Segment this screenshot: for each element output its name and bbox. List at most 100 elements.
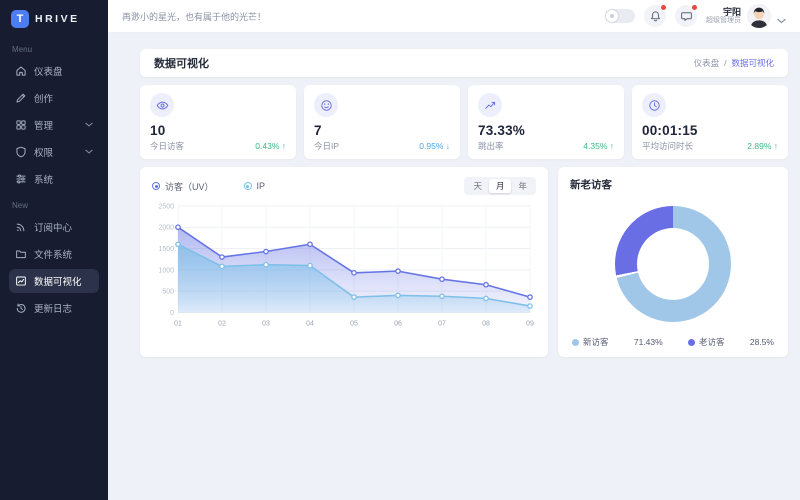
sidebar-item-label: 数据可视化 <box>34 274 82 288</box>
sidebar-item-label: 订阅中心 <box>34 220 72 234</box>
new-vs-returning-card: 新老访客 新访客 71.43% 老访客 28.5 <box>558 167 788 357</box>
sidebar-item-label: 管理 <box>34 118 53 132</box>
stat-card-ip: 7 今日IP 0.95% ↓ <box>304 85 460 159</box>
sidebar-section-menu: Menu <box>12 45 96 54</box>
theme-toggle[interactable] <box>605 9 635 23</box>
svg-text:08: 08 <box>482 320 490 327</box>
donut-legend-dot-returning <box>688 339 695 346</box>
stat-value: 73.33% <box>478 123 614 138</box>
svg-text:09: 09 <box>526 320 534 327</box>
donut-legend: 新访客 71.43% 老访客 28.5% <box>570 336 776 349</box>
sidebar-item-data-visualization[interactable]: 数据可视化 <box>9 269 99 293</box>
svg-text:1000: 1000 <box>158 267 174 274</box>
brand-name: HRIVE <box>35 13 80 25</box>
sidebar-section-new: New <box>12 201 96 210</box>
sidebar-item-label: 更新日志 <box>34 301 72 315</box>
period-segmented-control: 天 月 年 <box>464 177 536 195</box>
theme-toggle-knob <box>606 10 618 22</box>
stat-delta: 2.89% ↑ <box>747 141 778 151</box>
grid-icon <box>15 119 27 131</box>
brand-logo[interactable]: T HRIVE <box>9 7 99 36</box>
notifications-button[interactable] <box>644 5 666 27</box>
sidebar-item-create[interactable]: 创作 <box>9 86 99 110</box>
message-badge <box>692 5 697 10</box>
breadcrumb-dashboard[interactable]: 仪表盘 <box>694 57 720 69</box>
donut-chart <box>615 206 731 322</box>
donut-legend-dot-new <box>572 339 579 346</box>
shield-icon <box>15 146 27 158</box>
smile-icon <box>314 93 338 117</box>
sidebar-item-dashboard[interactable]: 仪表盘 <box>9 59 99 83</box>
donut-legend-label: 新访客 <box>583 336 609 348</box>
stat-value: 7 <box>314 123 450 138</box>
home-icon <box>15 65 27 77</box>
sidebar-item-system[interactable]: 系统 <box>9 167 99 191</box>
user-name: 宇阳 <box>706 7 741 17</box>
chevron-down-icon <box>85 148 93 156</box>
stat-label: 平均访问时长 <box>642 140 693 152</box>
svg-text:05: 05 <box>350 320 358 327</box>
clock-icon <box>642 93 666 117</box>
legend-item-uv[interactable]: 访客（UV） <box>152 180 214 193</box>
sidebar-item-changelog[interactable]: 更新日志 <box>9 296 99 320</box>
pencil-icon <box>15 92 27 104</box>
sidebar-item-permissions[interactable]: 权限 <box>9 140 99 164</box>
svg-text:2000: 2000 <box>158 225 174 232</box>
brand-logo-icon: T <box>11 10 29 28</box>
user-menu[interactable]: 宇阳 超级管理员 <box>706 4 786 28</box>
donut-chart-title: 新老访客 <box>570 177 776 192</box>
stat-card-bounce-rate: 73.33% 跳出率 4.35% ↑ <box>468 85 624 159</box>
breadcrumb: 仪表盘 / 数据可视化 <box>694 57 774 69</box>
stats-row: 10 今日访客 0.43% ↑ 7 今日IP 0.95% ↓ 73.33% 跳出… <box>140 85 788 159</box>
sidebar-item-label: 创作 <box>34 91 53 105</box>
eye-icon <box>150 93 174 117</box>
stat-card-avg-duration: 00:01:15 平均访问时长 2.89% ↑ <box>632 85 788 159</box>
stat-card-visitors: 10 今日访客 0.43% ↑ <box>140 85 296 159</box>
svg-text:0: 0 <box>170 310 174 317</box>
main-content: 数据可视化 仪表盘 / 数据可视化 10 今日访客 0.43% ↑ 7 <box>108 33 800 500</box>
uv-ip-area-chart: 05001000150020002500010203040506070809 <box>152 198 536 346</box>
legend-dot-ip <box>244 182 252 190</box>
chevron-down-icon <box>85 121 93 129</box>
bell-icon <box>649 10 662 23</box>
period-option-month[interactable]: 月 <box>489 179 512 193</box>
period-option-year[interactable]: 年 <box>511 179 534 193</box>
notification-badge <box>661 5 666 10</box>
history-icon <box>15 302 27 314</box>
svg-text:02: 02 <box>218 320 226 327</box>
donut-legend-new[interactable]: 新访客 <box>572 336 609 348</box>
legend-label-uv: 访客（UV） <box>165 180 214 193</box>
stat-delta: 0.43% ↑ <box>255 141 286 151</box>
legend-dot-uv <box>152 182 160 190</box>
stat-label: 跳出率 <box>478 140 504 152</box>
breadcrumb-current: 数据可视化 <box>731 57 774 69</box>
sidebar-item-subscriptions[interactable]: 订阅中心 <box>9 215 99 239</box>
trend-icon <box>478 93 502 117</box>
donut-legend-returning[interactable]: 老访客 <box>688 336 725 348</box>
stat-value: 10 <box>150 123 286 138</box>
svg-text:01: 01 <box>174 320 182 327</box>
legend-item-ip[interactable]: IP <box>244 181 266 191</box>
page-header-card: 数据可视化 仪表盘 / 数据可视化 <box>140 49 788 77</box>
sidebar: T HRIVE Menu 仪表盘 创作 管理 权限 系统 New 订阅中心 文件… <box>0 0 108 500</box>
page-title: 数据可视化 <box>154 55 209 71</box>
header-motto: 再渺小的星光，也有属于他的光芒！ <box>122 10 266 23</box>
stat-value: 00:01:15 <box>642 123 778 138</box>
svg-text:06: 06 <box>394 320 402 327</box>
legend-label-ip: IP <box>257 181 266 191</box>
messages-button[interactable] <box>675 5 697 27</box>
visitors-trend-card: 访客（UV） IP 天 月 年 050010001500200025000102… <box>140 167 548 357</box>
donut-hole <box>637 228 709 300</box>
sidebar-item-files[interactable]: 文件系统 <box>9 242 99 266</box>
stat-label: 今日访客 <box>150 140 184 152</box>
user-role: 超级管理员 <box>706 17 741 25</box>
sidebar-item-manage[interactable]: 管理 <box>9 113 99 137</box>
svg-text:500: 500 <box>162 289 174 296</box>
stat-label: 今日IP <box>314 140 339 152</box>
period-option-day[interactable]: 天 <box>466 179 489 193</box>
folder-icon <box>15 248 27 260</box>
sidebar-item-label: 文件系统 <box>34 247 72 261</box>
sliders-icon <box>15 173 27 185</box>
donut-value-new: 71.43% <box>634 337 663 347</box>
svg-text:2500: 2500 <box>158 203 174 210</box>
